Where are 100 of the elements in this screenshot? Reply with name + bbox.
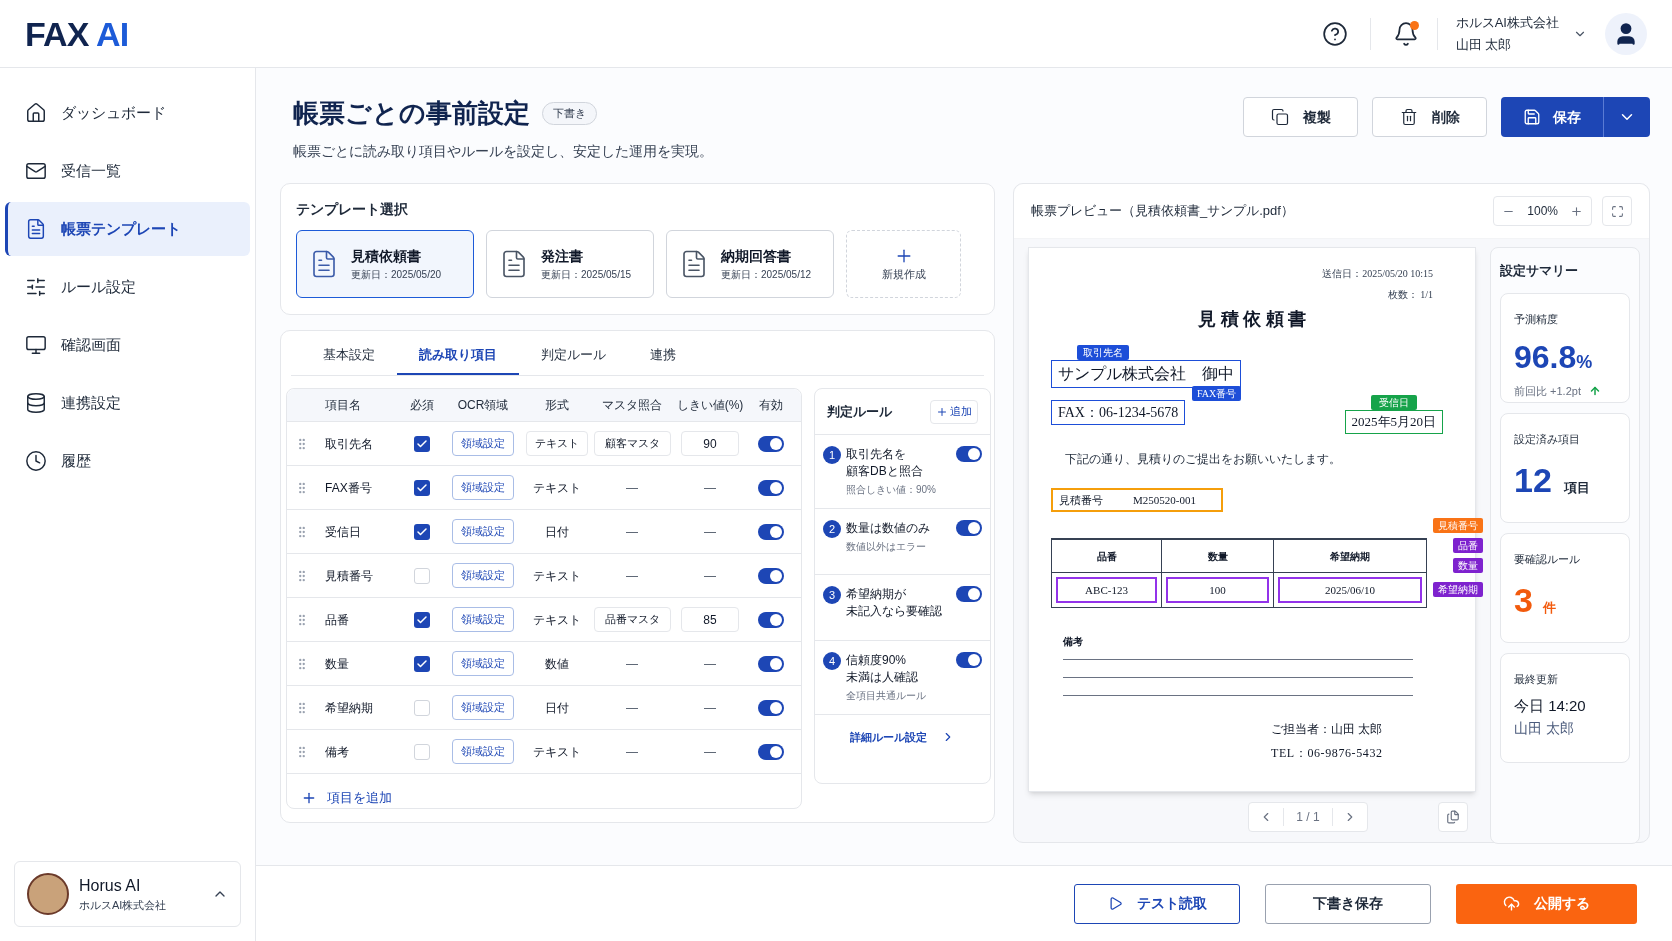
action-button[interactable]: 削除 bbox=[1372, 97, 1487, 137]
toggle-switch[interactable] bbox=[757, 699, 784, 716]
add-rule-button[interactable]: 追加 bbox=[930, 399, 978, 424]
sidebar-item[interactable]: ルール設定 bbox=[5, 260, 250, 314]
preview-title: 帳票プレビュー（見積依頼書_サンプル.pdf） bbox=[1031, 202, 1295, 221]
template-date: 更新日：2025/05/12 bbox=[721, 268, 812, 282]
fullscreen-button[interactable] bbox=[1602, 196, 1632, 226]
toggle-switch[interactable] bbox=[956, 652, 982, 668]
region-button[interactable]: 領域設定 bbox=[452, 651, 514, 676]
region-button[interactable]: 領域設定 bbox=[452, 607, 514, 632]
toggle-switch[interactable] bbox=[757, 479, 784, 496]
format-text: 数値 bbox=[545, 655, 569, 673]
highlighted-cell: 100 bbox=[1166, 577, 1269, 603]
save-split-button[interactable]: 保存 bbox=[1501, 97, 1650, 137]
contact-name: ご担当者：山田 太郎 bbox=[1271, 721, 1382, 738]
checkbox[interactable] bbox=[413, 699, 430, 716]
checkbox[interactable] bbox=[413, 611, 430, 628]
copy-icon bbox=[1270, 108, 1289, 126]
highlighted-cell: ABC-123 bbox=[1056, 577, 1157, 603]
master-select[interactable]: 顧客マスタ bbox=[593, 431, 671, 456]
tab[interactable]: 連携 bbox=[628, 337, 698, 375]
toggle-switch[interactable] bbox=[757, 523, 784, 540]
column-header: 必須 bbox=[408, 397, 435, 414]
toggle-switch[interactable] bbox=[757, 611, 784, 628]
tab[interactable]: 読み取り項目 bbox=[397, 337, 519, 375]
footer-button[interactable]: 下書き保存 bbox=[1265, 883, 1431, 924]
threshold-input[interactable]: 85 bbox=[681, 607, 739, 632]
notification-bell-icon[interactable] bbox=[1392, 20, 1419, 47]
empty-value: — bbox=[626, 479, 638, 497]
avatar[interactable] bbox=[1605, 12, 1647, 55]
field-tag: 受信日 bbox=[1370, 395, 1417, 410]
quote-number-field: 見積番号 M250520-001 bbox=[1051, 487, 1223, 512]
format-text: 日付 bbox=[545, 699, 569, 717]
copy-button[interactable] bbox=[1438, 802, 1468, 832]
region-button[interactable]: 領域設定 bbox=[452, 739, 514, 764]
checkbox[interactable] bbox=[413, 743, 430, 760]
empty-value: — bbox=[704, 655, 716, 673]
section-title: テンプレート選択 bbox=[296, 200, 409, 219]
sidebar-item[interactable]: 帳票テンプレート bbox=[5, 202, 250, 256]
plus-icon bbox=[936, 405, 948, 418]
field-name: 数量 bbox=[324, 655, 350, 673]
tab[interactable]: 判定ルール bbox=[519, 337, 628, 375]
toggle-switch[interactable] bbox=[757, 567, 784, 584]
checkbox[interactable] bbox=[413, 567, 430, 584]
checkbox[interactable] bbox=[413, 479, 430, 496]
rule-note: 数値以外はエラー bbox=[846, 540, 927, 554]
region-button[interactable]: 領域設定 bbox=[452, 695, 514, 720]
table-header: 希望納期 bbox=[1329, 549, 1371, 564]
threshold-input[interactable]: 90 bbox=[681, 431, 739, 456]
region-button[interactable]: 領域設定 bbox=[452, 431, 514, 456]
sidebar-item[interactable]: 確認画面 bbox=[5, 318, 250, 372]
checkbox[interactable] bbox=[413, 435, 430, 452]
field-name: 見積番号 bbox=[324, 567, 374, 585]
monitor-icon bbox=[25, 334, 47, 356]
checkbox[interactable] bbox=[413, 523, 430, 540]
help-icon[interactable] bbox=[1321, 20, 1348, 47]
template-option[interactable]: 見積依頼書 更新日：2025/05/20 bbox=[296, 230, 474, 298]
footer-button[interactable]: テスト読取 bbox=[1074, 883, 1240, 924]
sidebar-item[interactable]: ダッシュボード bbox=[5, 86, 250, 140]
sidebar-item[interactable]: 受信一覧 bbox=[5, 144, 250, 198]
rule-number: 3 bbox=[823, 586, 841, 604]
tab[interactable]: 基本設定 bbox=[301, 337, 397, 375]
sidebar-item[interactable]: 履歴 bbox=[5, 434, 250, 488]
card-label: 設定済み項目 bbox=[1514, 431, 1581, 447]
add-field-link[interactable]: 項目を追加 bbox=[301, 788, 392, 808]
save-button[interactable]: 保存 bbox=[1501, 97, 1603, 137]
toggle-switch[interactable] bbox=[757, 743, 784, 760]
arrow-up-icon bbox=[1588, 385, 1601, 398]
toggle-switch[interactable] bbox=[757, 655, 784, 672]
panel-title: 設定サマリー bbox=[1500, 262, 1579, 280]
checkbox[interactable] bbox=[413, 655, 430, 672]
region-button[interactable]: 領域設定 bbox=[452, 475, 514, 500]
count-value: 12 bbox=[1514, 460, 1552, 501]
zoom-in-icon[interactable] bbox=[1570, 204, 1583, 218]
toggle-switch[interactable] bbox=[956, 446, 982, 462]
account-card[interactable]: Horus AI ホルスAI株式会社 bbox=[14, 861, 241, 927]
unit-text: 項目 bbox=[1563, 479, 1590, 497]
region-button[interactable]: 領域設定 bbox=[452, 519, 514, 544]
field-name: FAX番号 bbox=[324, 479, 373, 497]
field-tag: 数量 bbox=[1453, 558, 1483, 573]
new-template-button[interactable]: 新規作成 bbox=[846, 230, 961, 298]
action-button[interactable]: 複製 bbox=[1243, 97, 1358, 137]
format-text: テキスト bbox=[533, 611, 581, 629]
toggle-switch[interactable] bbox=[956, 586, 982, 602]
rule-number: 4 bbox=[823, 652, 841, 670]
rule-title: 希望納期が bbox=[846, 586, 907, 603]
sidebar-item[interactable]: 連携設定 bbox=[5, 376, 250, 430]
card-label: 予測精度 bbox=[1514, 311, 1559, 327]
master-select[interactable]: 品番マスタ bbox=[593, 607, 671, 632]
template-option[interactable]: 発注書 更新日：2025/05/15 bbox=[486, 230, 654, 298]
column-header: 項目名 bbox=[324, 397, 362, 414]
detail-rules-link[interactable]: 詳細ルール設定 bbox=[815, 729, 990, 746]
region-button[interactable]: 領域設定 bbox=[452, 563, 514, 588]
format-select[interactable]: テキスト bbox=[526, 431, 588, 456]
column-header: マスタ照合 bbox=[601, 397, 663, 414]
toggle-switch[interactable] bbox=[956, 520, 982, 536]
column-header: しきい値(%) bbox=[675, 397, 745, 414]
toggle-switch[interactable] bbox=[757, 435, 784, 452]
highlighted-cell: 2025/06/10 bbox=[1278, 577, 1422, 603]
template-option[interactable]: 納期回答書 更新日：2025/05/12 bbox=[666, 230, 834, 298]
